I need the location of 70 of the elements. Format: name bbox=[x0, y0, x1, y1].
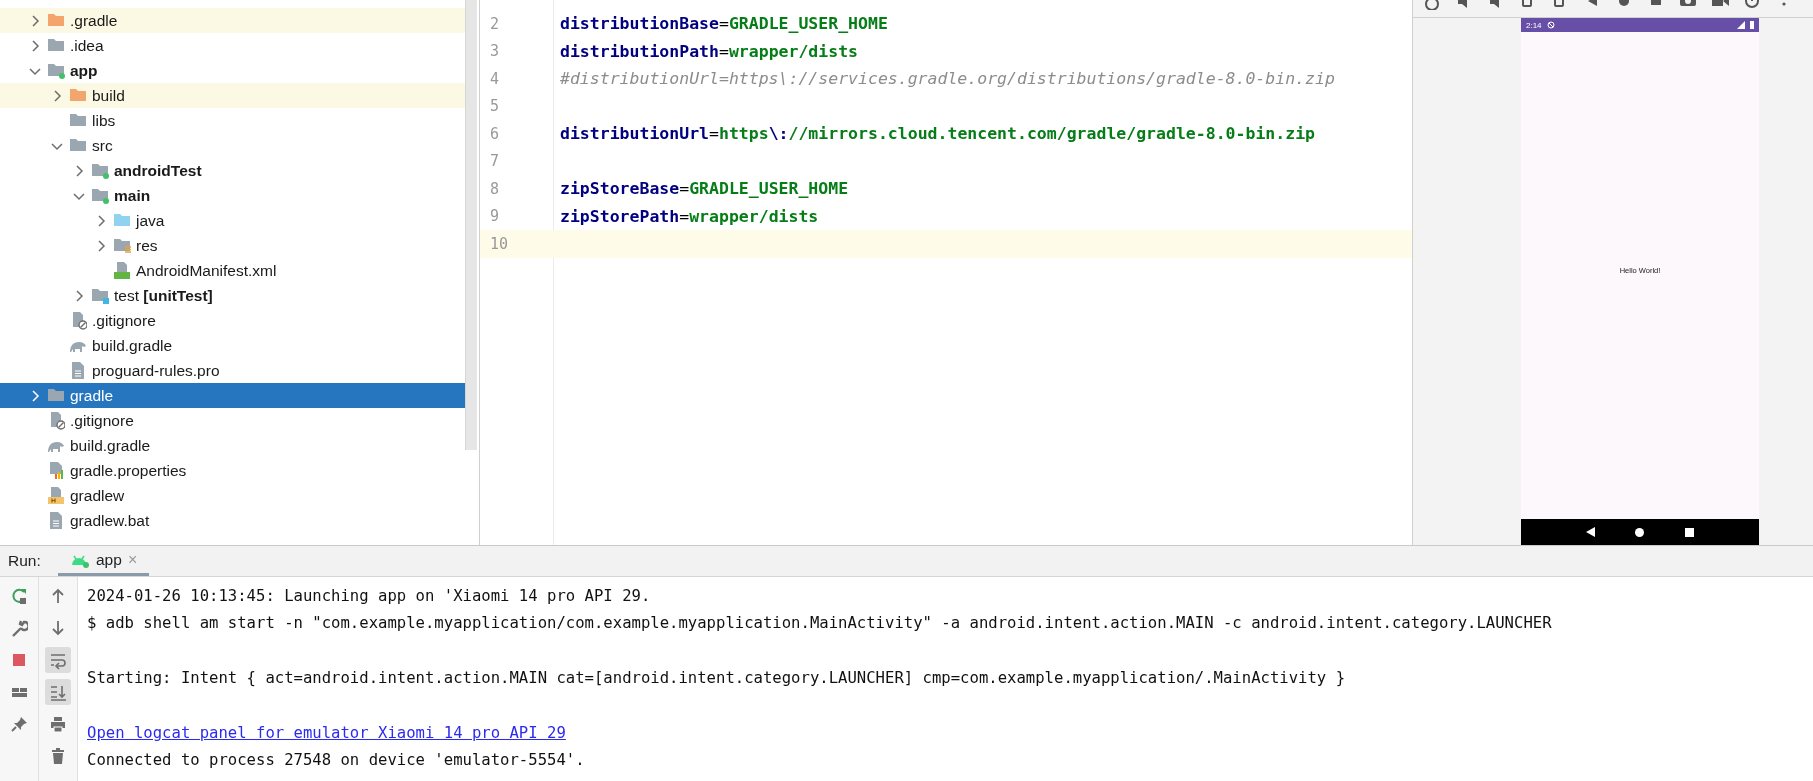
tree-item[interactable]: gradlew bbox=[0, 483, 465, 508]
trash-icon bbox=[49, 746, 67, 766]
tree-item[interactable]: java bbox=[0, 208, 465, 233]
scroll-to-end-button[interactable] bbox=[45, 679, 71, 705]
status-time: 2:14 bbox=[1526, 20, 1542, 30]
logcat-link[interactable]: Open logcat panel for emulator Xiaomi 14 pro API 29 bbox=[87, 723, 566, 742]
tree-item[interactable]: build bbox=[0, 83, 465, 108]
line-number: 5 bbox=[489, 97, 501, 116]
run-label: Run: bbox=[7, 551, 42, 571]
signal-icon bbox=[1737, 21, 1745, 29]
tree-item[interactable]: gradlew.bat bbox=[0, 508, 465, 533]
line-number: 4 bbox=[489, 69, 501, 88]
console-line: $ adb shell am start -n "com.example.myapplication/com.example.myapplication.MainActivity" -a android.intent.action.MAIN -c android.intent.category.LAUNCHER bbox=[87, 613, 1553, 635]
tree-item[interactable]: main bbox=[0, 183, 465, 208]
tree-item[interactable]: libs bbox=[0, 108, 465, 133]
arrow-down-icon bbox=[49, 618, 67, 638]
blocked-icon bbox=[1546, 21, 1555, 29]
line-number: 7 bbox=[489, 152, 501, 171]
tree-item[interactable]: build.gradle bbox=[0, 333, 465, 358]
test-folder-icon bbox=[91, 286, 109, 305]
console-line: Starting: Intent { act=android.intent.action.MAIN cat=[android.intent.category.LAUNCHER] cmp=com.example.myapplication/.MainActivity } bbox=[87, 668, 1347, 690]
tree-item[interactable]: .gitignore bbox=[0, 308, 465, 333]
tree-item[interactable]: gradle.properties bbox=[0, 458, 465, 483]
properties-file-icon bbox=[47, 461, 65, 480]
code-line: distributionPath=wrapper/dists bbox=[560, 41, 859, 61]
power-icon[interactable] bbox=[1743, 0, 1761, 10]
resource-folder-icon bbox=[113, 236, 131, 255]
wrench-icon bbox=[10, 618, 28, 638]
tree-item[interactable]: AndroidManifest.xml bbox=[0, 258, 465, 283]
tree-item[interactable]: .gradle bbox=[0, 8, 465, 33]
tree-item[interactable]: androidTest bbox=[0, 158, 465, 183]
tree-item[interactable]: gradle bbox=[0, 383, 465, 408]
tree-item[interactable]: res bbox=[0, 233, 465, 258]
code-line: zipStorePath=wrapper/dists bbox=[560, 206, 819, 226]
code-line: #distributionUrl=https\://services.gradle.org/distributions/gradle-8.0-bin.zip bbox=[560, 69, 1335, 89]
scrollbar[interactable] bbox=[465, 0, 477, 450]
text-file-icon bbox=[69, 361, 87, 380]
tree-item[interactable]: .idea bbox=[0, 33, 465, 58]
text-file-icon bbox=[47, 511, 65, 530]
code-line: distributionUrl=https\://mirrors.cloud.tencent.com/gradle/gradle-8.0-bin.zip bbox=[560, 124, 1315, 144]
line-number: 10 bbox=[489, 234, 510, 253]
module-folder-icon bbox=[91, 161, 109, 180]
refresh-icon[interactable] bbox=[1423, 0, 1441, 10]
script-file-icon bbox=[47, 486, 65, 505]
line-number: 2 bbox=[489, 14, 501, 33]
soft-wrap-button[interactable] bbox=[45, 647, 71, 673]
console-line: 2024-01-26 10:13:45: Launching app on 'Xiaomi 14 pro API 29. bbox=[87, 586, 652, 607]
tree-item[interactable]: build.gradle bbox=[0, 433, 465, 458]
tree-item[interactable]: app bbox=[0, 58, 465, 83]
line-number: 6 bbox=[489, 124, 501, 143]
console-line: Connected to process 27548 on device 'emulator-5554'. bbox=[87, 750, 586, 772]
rerun-icon bbox=[10, 586, 28, 606]
tree-item[interactable]: .gitignore bbox=[0, 408, 465, 433]
recents-icon[interactable] bbox=[1684, 527, 1694, 537]
line-number: 3 bbox=[489, 42, 501, 61]
home-icon[interactable] bbox=[1635, 527, 1645, 537]
module-folder-icon bbox=[47, 61, 65, 80]
back-icon[interactable] bbox=[1586, 527, 1596, 537]
tree-item[interactable]: src bbox=[0, 133, 465, 158]
module-folder-icon bbox=[91, 186, 109, 205]
tree-item[interactable]: proguard-rules.pro bbox=[0, 358, 465, 383]
line-number: 9 bbox=[489, 207, 501, 226]
printer-icon bbox=[49, 714, 67, 734]
manifest-file-icon bbox=[113, 261, 131, 280]
code-line: distributionBase=GRADLE_USER_HOME bbox=[560, 14, 888, 34]
line-number: 8 bbox=[489, 179, 501, 198]
battery-icon bbox=[1750, 21, 1754, 29]
tree-item[interactable]: test [unitTest] bbox=[0, 283, 465, 308]
pin-icon bbox=[10, 714, 28, 734]
code-line: zipStoreBase=GRADLE_USER_HOME bbox=[560, 179, 849, 199]
